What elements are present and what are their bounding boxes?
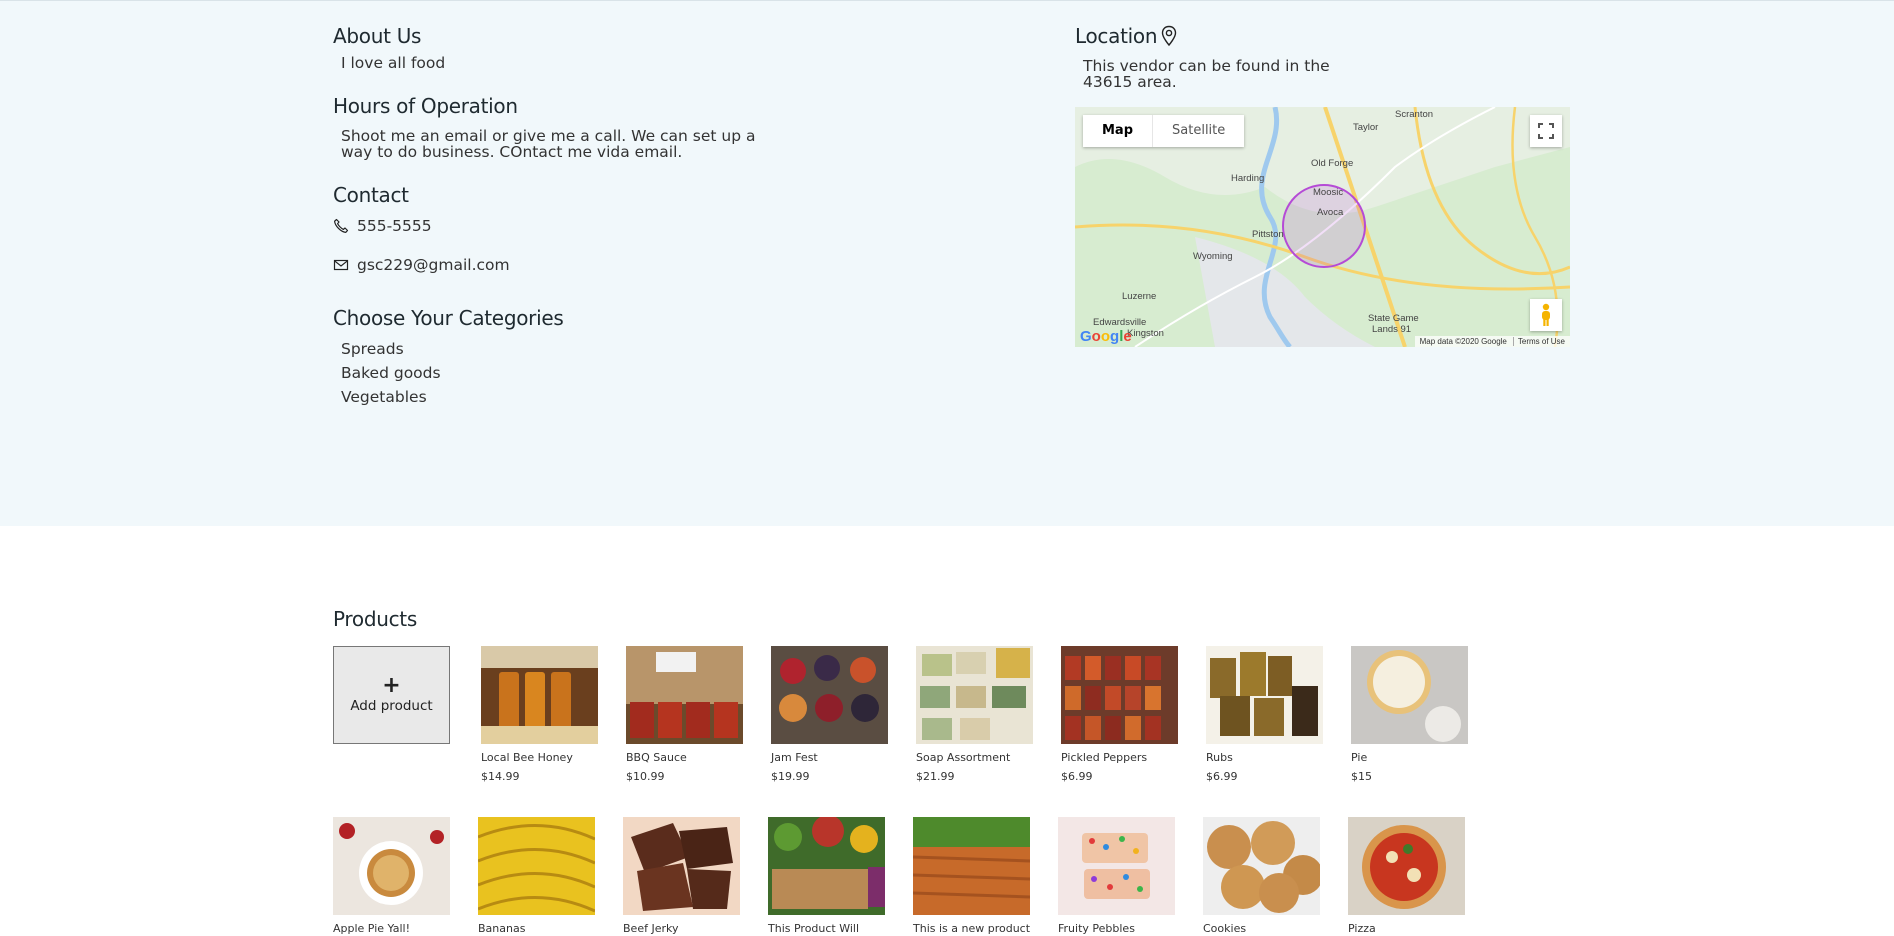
category-item[interactable]: Spreads — [341, 337, 783, 361]
product-card[interactable]: BBQ Sauce $10.99 — [626, 646, 743, 784]
map-pin-icon — [1160, 25, 1178, 47]
map-place-label: Taylor — [1353, 122, 1379, 133]
fullscreen-icon — [1538, 123, 1554, 139]
location-title: Location — [1075, 24, 1158, 48]
map-place-label: Lands 91 — [1372, 324, 1412, 335]
about-us-heading: About Us — [333, 24, 422, 48]
product-card[interactable]: Jam Fest $19.99 — [771, 646, 888, 784]
products-heading: Products — [333, 607, 417, 631]
product-price: $21.99 — [916, 770, 955, 783]
phone-icon — [333, 218, 349, 234]
product-price: $6.99 — [1206, 770, 1238, 783]
product-image-bananas — [478, 817, 595, 915]
category-list: Spreads Baked goods Vegetables — [333, 337, 783, 409]
map-type-satellite-button[interactable]: Satellite — [1152, 115, 1244, 147]
product-image-rubs — [1206, 646, 1323, 744]
product-card[interactable]: This is a new product — [913, 817, 1030, 936]
add-product-button[interactable]: + Add product — [333, 646, 450, 744]
product-image-soap — [916, 646, 1033, 744]
product-price: $15 — [1351, 770, 1372, 783]
product-card[interactable]: Apple Pie Yall! — [333, 817, 450, 936]
product-name: Soap Assortment — [916, 751, 1011, 764]
map-place-label: Kingston — [1127, 328, 1164, 339]
product-image-cookies — [1203, 817, 1320, 915]
product-card[interactable]: Pickled Peppers $6.99 — [1061, 646, 1178, 784]
product-name: BBQ Sauce — [626, 751, 687, 764]
google-logo: Google — [1080, 328, 1132, 345]
map-place-label: Wyoming — [1193, 251, 1233, 262]
map-place-label: Scranton — [1395, 109, 1434, 120]
categories-heading: Choose Your Categories — [333, 306, 564, 330]
product-name: Rubs — [1206, 751, 1233, 764]
map-place-label: Moosic — [1313, 187, 1344, 198]
envelope-icon — [333, 257, 349, 273]
category-item[interactable]: Vegetables — [341, 385, 783, 409]
product-name: Jam Fest — [771, 751, 818, 764]
phone-number[interactable]: 555-5555 — [357, 217, 432, 235]
product-card[interactable]: Soap Assortment $21.99 — [916, 646, 1033, 784]
location-column: Location This vendor can be found in the… — [1075, 23, 1575, 347]
products-section: Products + Add product Local Bee Honey $… — [333, 604, 1533, 935]
contact-heading: Contact — [333, 183, 409, 207]
product-price: $19.99 — [771, 770, 810, 783]
product-image-pizza — [1348, 817, 1465, 915]
product-price: $10.99 — [626, 770, 665, 783]
hours-heading: Hours of Operation — [333, 94, 518, 118]
map-data-credit: Map data ©2020 Google — [1419, 337, 1507, 346]
hours-text: Shoot me an email or give me a call. We … — [341, 127, 756, 161]
vendor-details-column: About Us I love all food Hours of Operat… — [333, 23, 783, 409]
location-map[interactable]: Scranton Taylor Old Forge Harding Moosic… — [1075, 107, 1570, 347]
product-image-jam — [771, 646, 888, 744]
product-card[interactable]: Bananas — [478, 817, 595, 936]
map-attribution: Map data ©2020 Google Terms of Use — [1414, 336, 1570, 347]
map-place-label: State Game — [1368, 313, 1419, 324]
product-image-beef-jerky — [623, 817, 740, 915]
vendor-info-section: About Us I love all food Hours of Operat… — [0, 0, 1894, 526]
map-place-label: Pittston — [1252, 229, 1284, 240]
product-image-honey — [481, 646, 598, 744]
product-price: $14.99 — [481, 770, 520, 783]
phone-row[interactable]: 555-5555 — [333, 216, 783, 236]
product-name: Pickled Peppers — [1061, 751, 1148, 764]
product-name: Pie — [1351, 751, 1368, 764]
product-card[interactable]: This Product Will — [768, 817, 885, 936]
pegman-icon — [1542, 303, 1550, 326]
street-view-button[interactable] — [1530, 299, 1562, 331]
product-image-peppers — [1061, 646, 1178, 744]
product-image-bbq-sauce — [626, 646, 743, 744]
product-card[interactable]: Local Bee Honey $14.99 — [481, 646, 598, 784]
email-address[interactable]: gsc229@gmail.com — [357, 256, 510, 274]
product-card[interactable]: Pizza — [1348, 817, 1465, 936]
email-row[interactable]: gsc229@gmail.com — [333, 255, 783, 275]
plus-icon: + — [382, 673, 401, 698]
product-image-apple-pie — [333, 817, 450, 915]
map-type-map-button[interactable]: Map — [1083, 115, 1152, 147]
product-card[interactable]: Beef Jerky — [623, 817, 740, 936]
add-product-label: Add product — [350, 698, 433, 714]
category-item[interactable]: Baked goods — [341, 361, 783, 385]
product-price: $6.99 — [1061, 770, 1093, 783]
about-us-text: I love all food — [341, 54, 446, 72]
map-place-label: Edwardsville — [1093, 317, 1147, 328]
map-place-label: Avoca — [1317, 207, 1344, 218]
fullscreen-button[interactable] — [1530, 115, 1562, 147]
map-place-label: Old Forge — [1311, 158, 1354, 169]
product-image-farmers-market — [768, 817, 885, 915]
map-place-label: Harding — [1231, 173, 1265, 184]
product-image-carrots — [913, 817, 1030, 915]
product-card[interactable]: Cookies — [1203, 817, 1320, 936]
product-name: Local Bee Honey — [481, 751, 573, 764]
map-place-label: Luzerne — [1122, 291, 1157, 302]
product-image-pie — [1351, 646, 1468, 744]
terms-of-use-link[interactable]: Terms of Use — [1512, 337, 1565, 346]
product-card[interactable]: Fruity Pebbles — [1058, 817, 1175, 936]
location-text: This vendor can be found in the 43615 ar… — [1083, 57, 1330, 91]
product-card[interactable]: Rubs $6.99 — [1206, 646, 1323, 784]
location-heading: Location — [1075, 23, 1575, 49]
product-image-fruity-pebbles — [1058, 817, 1175, 915]
product-card[interactable]: Pie $15 — [1351, 646, 1468, 784]
map-type-toggle: Map Satellite — [1083, 115, 1245, 147]
